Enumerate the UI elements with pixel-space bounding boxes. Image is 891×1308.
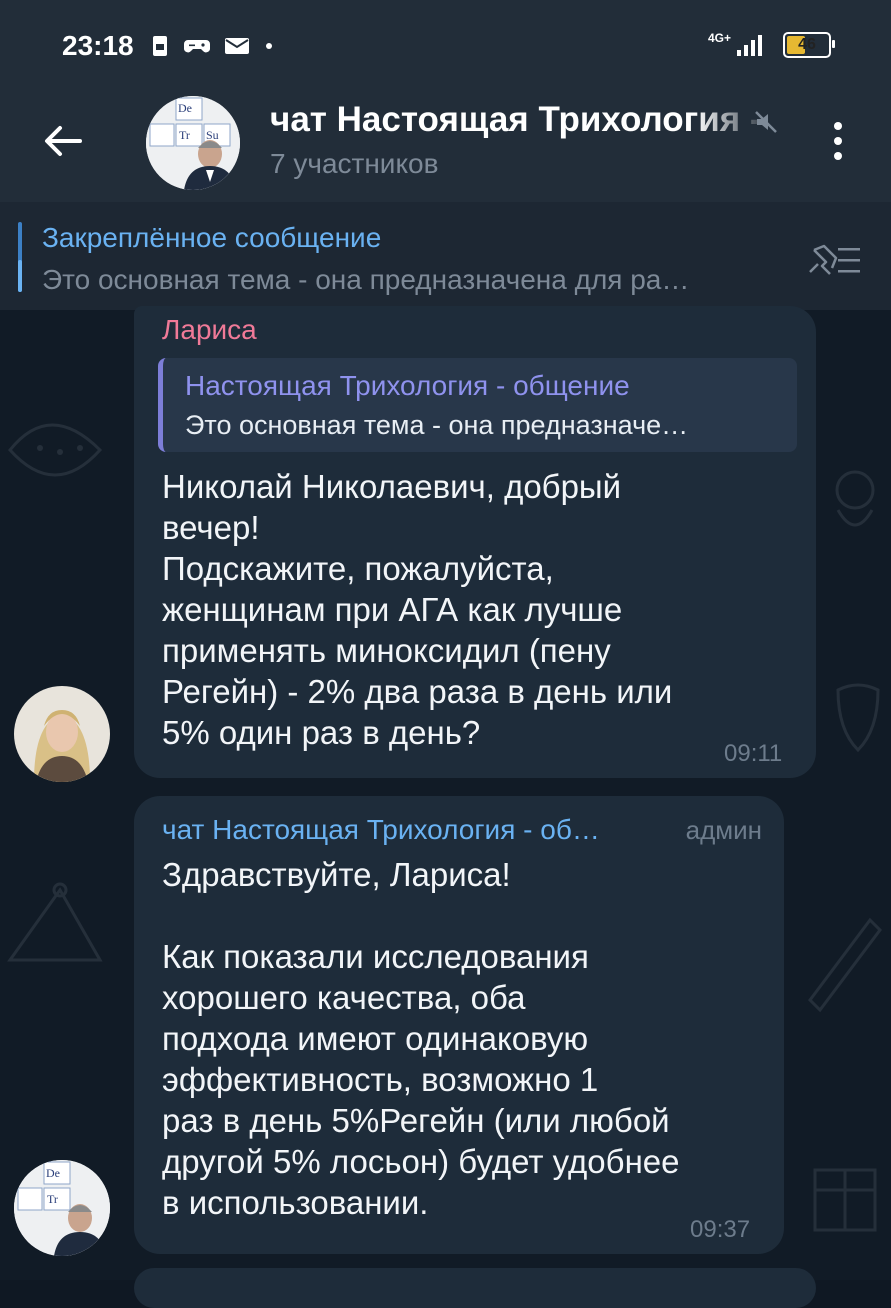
gamepad-icon bbox=[184, 40, 210, 53]
message-time: 09:11 bbox=[724, 740, 783, 767]
sender-avatar-admin-image: De Tr bbox=[14, 1160, 110, 1256]
svg-text:Tr: Tr bbox=[179, 128, 190, 142]
mute-icon bbox=[755, 111, 777, 133]
doodle-bird-icon bbox=[835, 470, 875, 527]
message-bubble[interactable]: Лариса Настоящая Трихология - общение Эт… bbox=[134, 306, 816, 778]
status-icons-right: 4G+ 46 bbox=[708, 32, 835, 58]
battery-icon: 46 bbox=[783, 32, 835, 58]
pinned-text: Это основная тема - она предназначена дл… bbox=[42, 264, 690, 295]
message-header: чат Настоящая Трихология - об… админ bbox=[162, 814, 772, 846]
message-sender[interactable]: Лариса bbox=[162, 314, 257, 346]
doodle-cake-icon bbox=[7, 882, 103, 962]
admin-badge: админ bbox=[685, 815, 762, 845]
chat-avatar-image: De Tr Su bbox=[146, 96, 240, 190]
dot-icon bbox=[266, 43, 272, 49]
message-bubble-partial[interactable] bbox=[134, 1268, 816, 1308]
message-sender[interactable]: чат Настоящая Трихология - об… bbox=[162, 814, 600, 846]
chat-header: De Tr Su чат Настоящая Трихология - обще… bbox=[0, 96, 891, 202]
svg-text:Su: Su bbox=[206, 128, 219, 142]
status-time: 23:18 bbox=[62, 30, 134, 61]
message-text: Здравствуйте, Лариса! Как показали иссле… bbox=[162, 856, 680, 1221]
sender-avatar-larisa-image bbox=[14, 686, 110, 782]
pin-list-icon[interactable] bbox=[804, 242, 864, 278]
pinned-indicator-active bbox=[18, 260, 22, 292]
status-icons-left bbox=[150, 34, 274, 58]
network-label: 4G+ bbox=[707, 31, 731, 45]
reply-preview[interactable]: Настоящая Трихология - общение Это основ… bbox=[158, 358, 797, 452]
network-indicator: 4G+ bbox=[708, 32, 769, 58]
signal-icon bbox=[737, 35, 762, 56]
sender-avatar-larisa[interactable] bbox=[14, 686, 110, 782]
sender-avatar-admin[interactable]: De Tr bbox=[14, 1160, 110, 1256]
chat-avatar[interactable]: De Tr Su bbox=[146, 96, 240, 190]
back-arrow-icon[interactable] bbox=[40, 118, 86, 164]
message-time: 09:37 bbox=[690, 1216, 751, 1243]
doodle-pencil-icon bbox=[808, 917, 882, 1013]
svg-text:De: De bbox=[46, 1166, 60, 1180]
message-text: Николай Николаевич, добрый вечер! Подска… bbox=[162, 468, 673, 751]
doodle-fruit-icon bbox=[8, 423, 103, 477]
message-bubble[interactable]: чат Настоящая Трихология - об… админ Здр… bbox=[134, 796, 784, 1254]
mail-icon bbox=[225, 38, 249, 54]
svg-text:De: De bbox=[178, 101, 192, 115]
reply-title: Настоящая Трихология - общение bbox=[185, 370, 630, 401]
more-vert-icon[interactable] bbox=[826, 116, 850, 166]
status-bar: 23:18 4G+ 46 bbox=[0, 0, 891, 96]
pinned-message-bar[interactable]: Закреплённое сообщение Это основная тема… bbox=[0, 202, 891, 310]
doodle-strawberry-icon bbox=[836, 683, 880, 753]
doodle-gift-icon bbox=[813, 1168, 877, 1232]
sim-icon bbox=[153, 36, 167, 56]
reply-text: Это основная тема - она предназначе… bbox=[185, 410, 689, 440]
pinned-title: Закреплённое сообщение bbox=[42, 222, 382, 253]
svg-text:Tr: Tr bbox=[47, 1192, 58, 1206]
chat-title[interactable]: чат Настоящая Трихология - общение bbox=[270, 100, 770, 140]
chat-members-count: 7 участников bbox=[270, 148, 439, 179]
battery-level: 46 bbox=[798, 36, 816, 53]
